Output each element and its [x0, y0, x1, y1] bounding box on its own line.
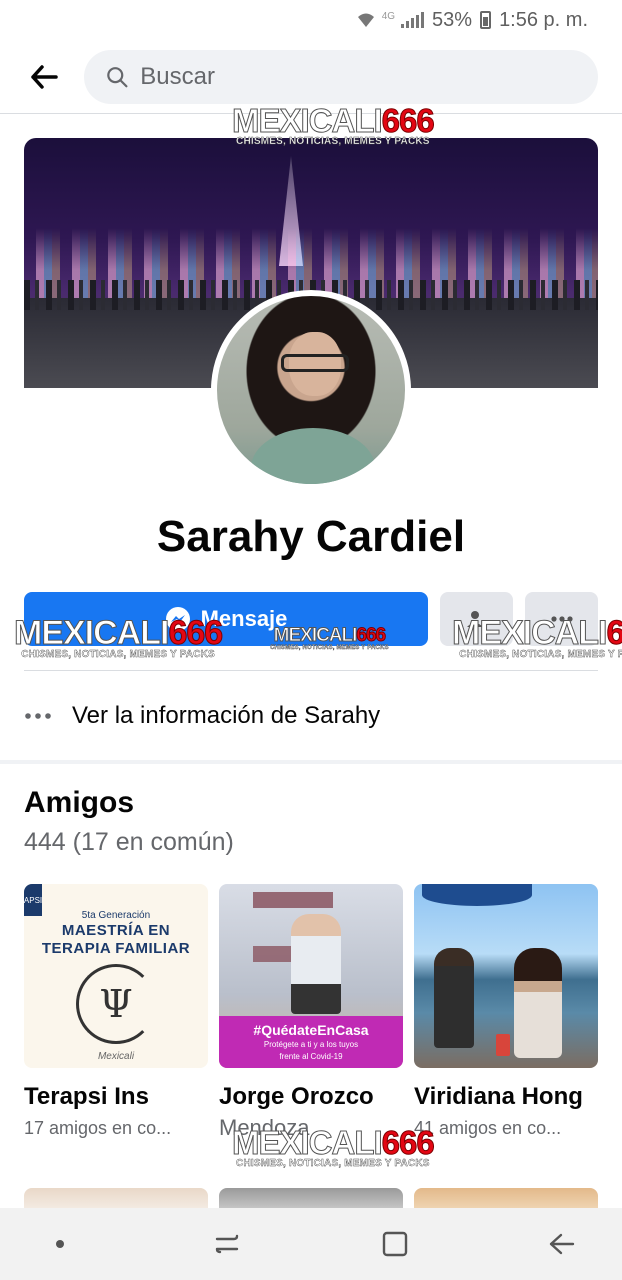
- divider: [24, 670, 598, 671]
- dot-icon: [56, 1240, 64, 1248]
- friend-photo[interactable]: [414, 884, 598, 1068]
- nav-back-icon: [549, 1233, 575, 1255]
- friend-photo-banner: #QuédateEnCasa Protégete a ti y a los tu…: [219, 1016, 403, 1068]
- see-info-label: Ver la información de Sarahy: [72, 702, 381, 729]
- friend-name[interactable]: Jorge Orozco: [219, 1082, 403, 1112]
- friend-name[interactable]: Viridiana Hong: [414, 1082, 598, 1112]
- watermark-logo: MEXICALI666: [13, 614, 223, 652]
- watermark-tagline: CHISMES, NOTICIAS, MEMES Y PACKS: [270, 645, 389, 651]
- watermark: MEXICALI666 CHISMES, NOTICIAS, MEMES Y P…: [451, 614, 622, 660]
- home-button[interactable]: [365, 1214, 425, 1274]
- friend-photo-signature: Mexicali: [97, 1051, 135, 1062]
- watermark-tagline: CHISMES, NOTICIAS, MEMES Y PACKS: [236, 136, 430, 147]
- watermark: MEXICALI666 CHISMES, NOTICIAS, MEMES Y P…: [13, 614, 223, 660]
- status-bar: 4G 53% 1:56 p. m.: [0, 0, 622, 40]
- friend-photo-partial[interactable]: [414, 1188, 598, 1210]
- battery-icon: [480, 11, 492, 29]
- battery-percent: 53%: [432, 8, 473, 31]
- friend-photo-person: [434, 948, 474, 1048]
- status-icons: 4G: [356, 10, 425, 29]
- search-input[interactable]: [140, 62, 576, 91]
- friend-photo-headline: MAESTRÍA EN: [61, 922, 171, 939]
- dot-indicator: [30, 1214, 90, 1274]
- search-box[interactable]: [84, 49, 598, 104]
- profile-name: Sarahy Cardiel: [156, 512, 466, 561]
- back-button[interactable]: [24, 57, 64, 97]
- profile-avatar[interactable]: [211, 290, 411, 490]
- friend-photo-umbrella: [422, 884, 532, 906]
- search-icon: [107, 66, 128, 87]
- friend-card[interactable]: #QuédateEnCasa Protégete a ti y a los tu…: [219, 884, 403, 1140]
- friends-count: 444 (17 en común): [24, 828, 234, 856]
- see-info-link[interactable]: Ver la información de Sarahy: [24, 690, 598, 742]
- friend-mutual-count: 17 amigos en co...: [24, 1118, 172, 1138]
- section-separator: [0, 760, 622, 764]
- arrow-left-icon: [31, 64, 58, 89]
- more-dots-icon: [25, 713, 51, 719]
- home-icon: [382, 1231, 407, 1257]
- recent-apps-button[interactable]: [197, 1214, 257, 1274]
- watermark-tagline: CHISMES, NOTICIAS, MEMES Y PACKS: [21, 649, 215, 660]
- next-friends-row: [24, 1188, 598, 1210]
- watermark-tagline: CHISMES, NOTICIAS, MEMES Y PACKS: [236, 1158, 430, 1169]
- watermark-tagline: CHISMES, NOTICIAS, MEMES Y PACKS: [459, 649, 622, 660]
- recent-apps-icon: [216, 1234, 239, 1254]
- friend-photo-board: [253, 892, 333, 908]
- friend-photo[interactable]: #QuédateEnCasa Protégete a ti y a los tu…: [219, 884, 403, 1068]
- friends-section-title[interactable]: Amigos: [24, 786, 134, 820]
- clock: 1:56 p. m.: [499, 8, 588, 31]
- friend-card[interactable]: APSI 5ta Generación MAESTRÍA EN TERAPIA …: [24, 884, 208, 1140]
- watermark-logo: MEXICALI666: [232, 1124, 436, 1161]
- friend-mutual-count: 41 amigos en co...: [414, 1118, 562, 1138]
- friend-photo-person: [291, 914, 341, 1014]
- android-navigation-bar: [0, 1208, 622, 1280]
- watermark-logo: MEXICALI666: [273, 625, 386, 646]
- signal-icon: [401, 12, 425, 28]
- friend-photo-partial[interactable]: [219, 1188, 403, 1210]
- friend-name[interactable]: Terapsi Ins: [24, 1082, 208, 1112]
- watermark: MEXICALI666 CHISMES, NOTICIAS, MEMES Y P…: [232, 1124, 436, 1169]
- watermark: MEXICALI666 CHISMES, NOTICIAS, MEMES Y P…: [232, 102, 436, 147]
- friend-photo-person: [514, 948, 562, 1058]
- friend-photo-headline: TERAPIA FAMILIAR: [41, 940, 191, 957]
- friend-photo-hashtag: #QuédateEnCasa: [253, 1022, 369, 1038]
- nav-back-button[interactable]: [532, 1214, 592, 1274]
- watermark: MEXICALI666 CHISMES, NOTICIAS, MEMES Y P…: [270, 625, 389, 652]
- friend-photo-caption: frente al Covid-19: [279, 1052, 343, 1061]
- friend-photo-drink: [496, 1034, 510, 1056]
- psi-icon: Ψ: [99, 982, 133, 1026]
- friend-photo-generation: 5ta Generación: [81, 910, 151, 921]
- friend-card[interactable]: Viridiana Hong 41 amigos en co...: [414, 884, 598, 1140]
- friend-photo[interactable]: APSI 5ta Generación MAESTRÍA EN TERAPIA …: [24, 884, 208, 1068]
- network-type: 4G: [381, 10, 396, 22]
- friend-photo-caption: Protégete a ti y a los tuyos: [263, 1040, 359, 1049]
- watermark-logo: MEXICALI666: [232, 102, 436, 139]
- wifi-icon: [357, 13, 374, 27]
- friend-photo-partial[interactable]: [24, 1188, 208, 1210]
- watermark-logo: MEXICALI666: [451, 614, 622, 652]
